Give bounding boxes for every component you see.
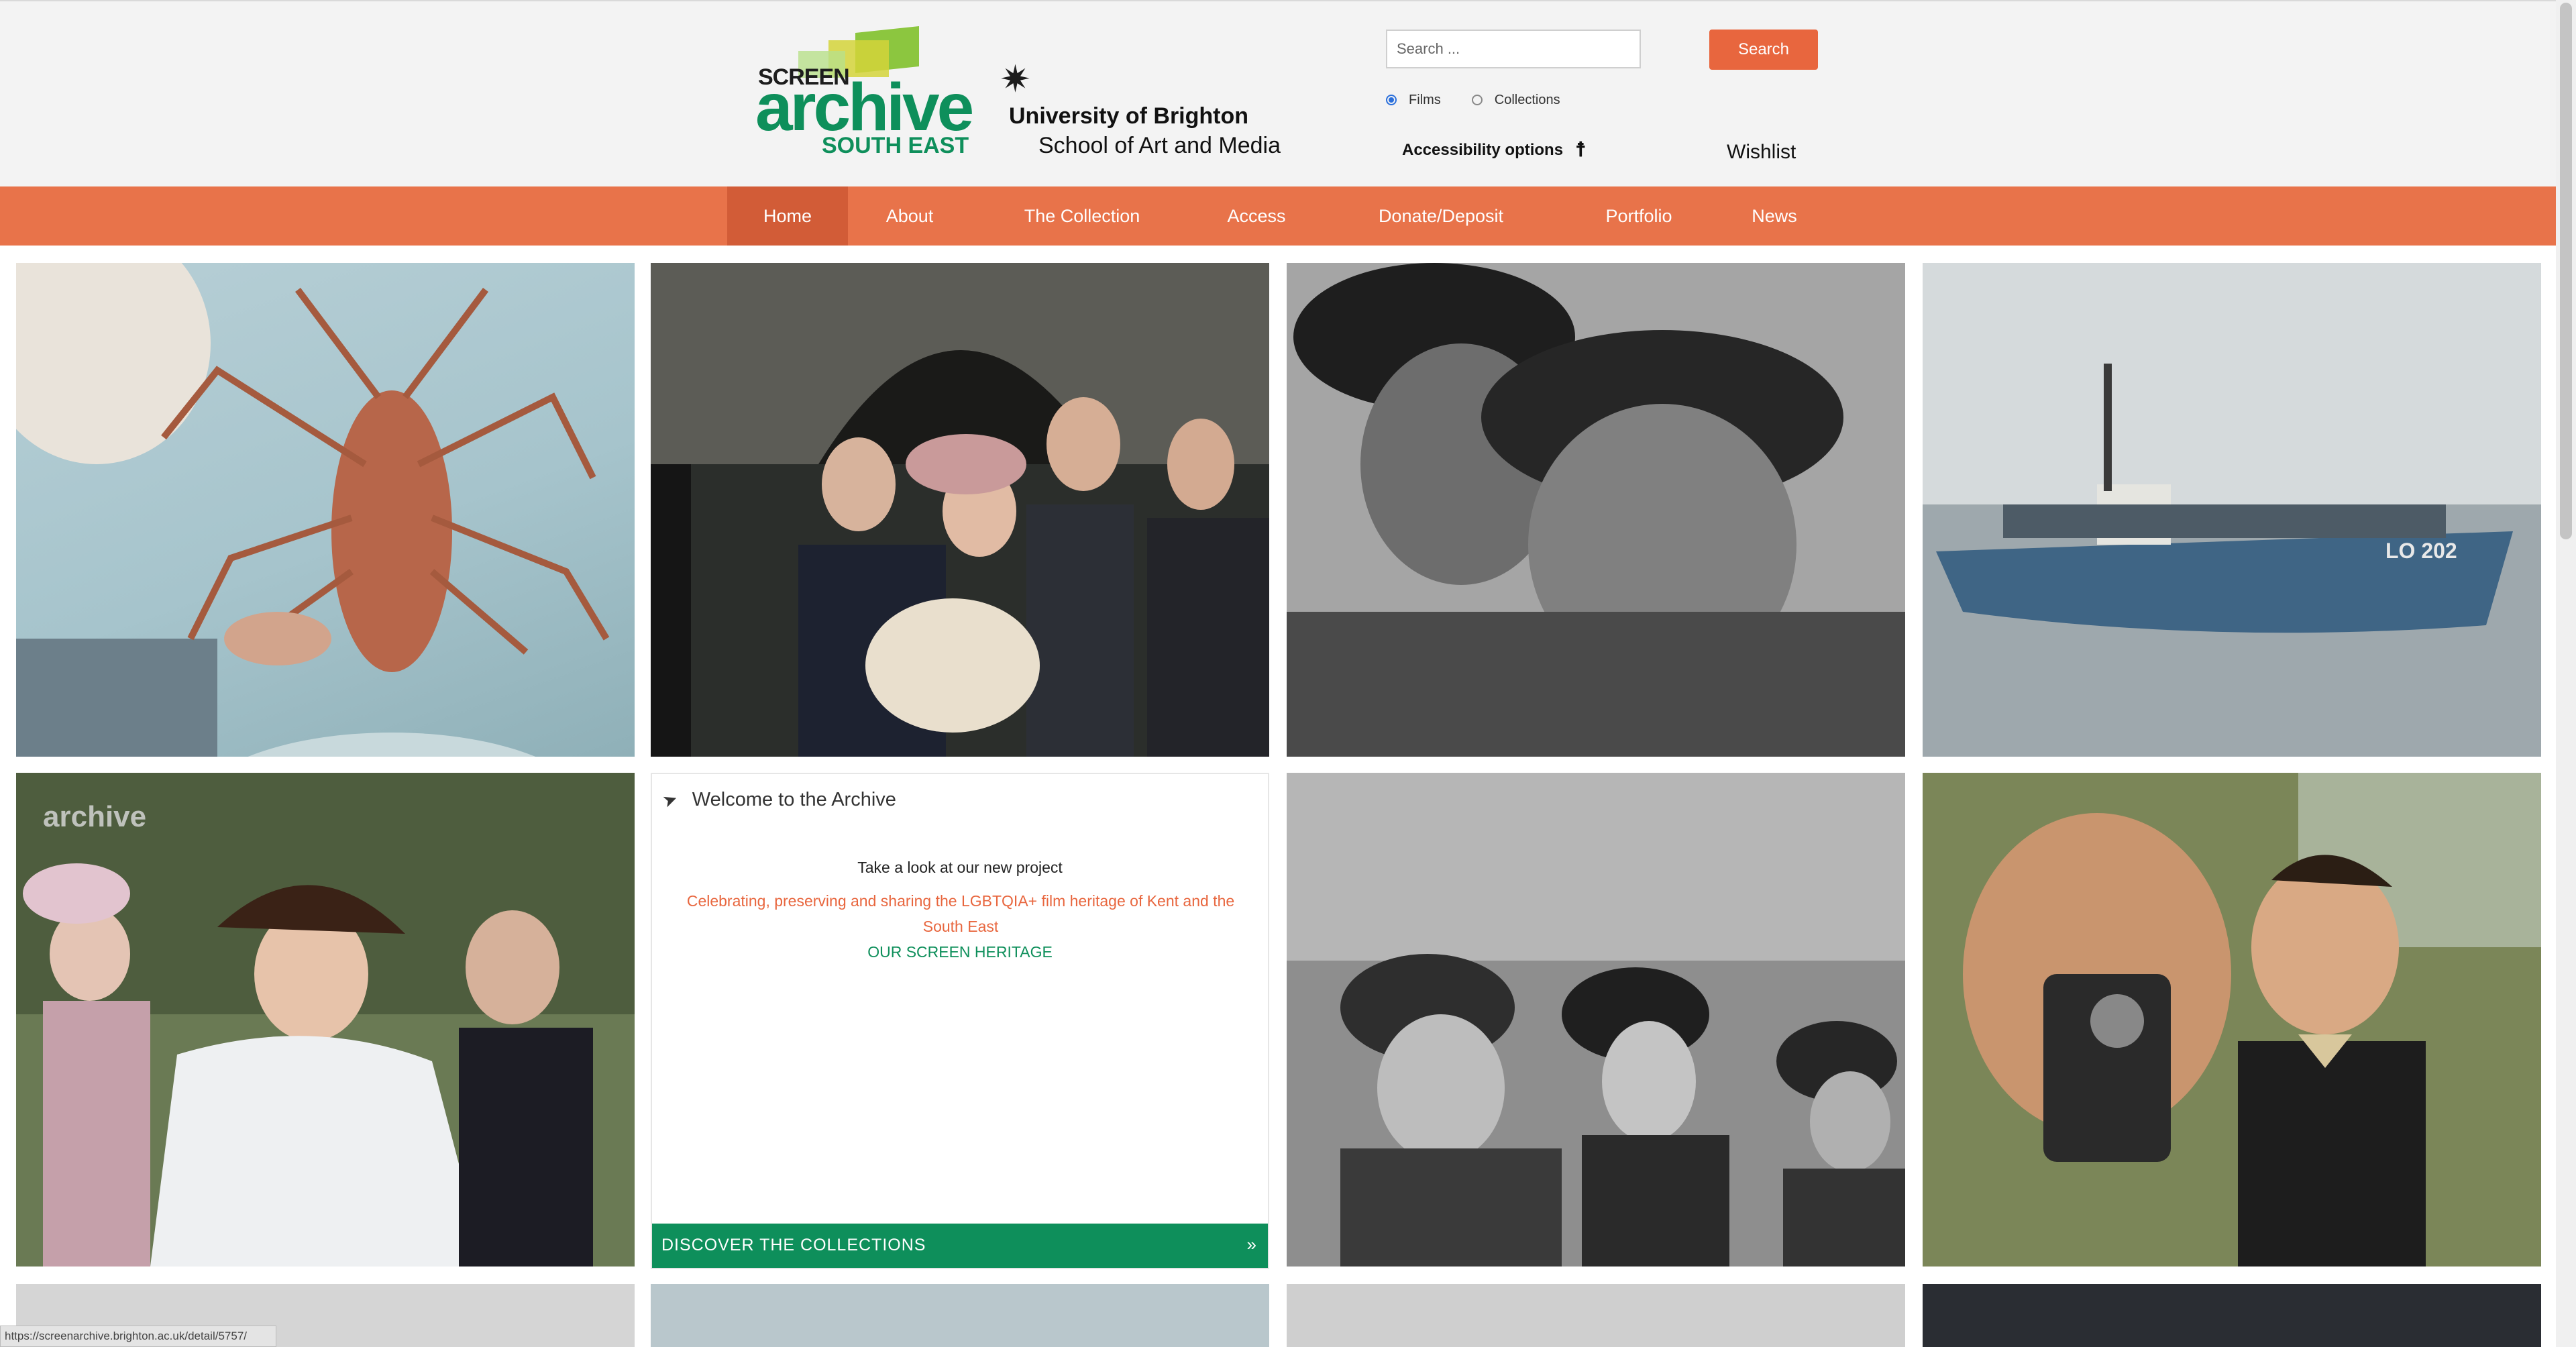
film-still-crowd[interactable] [1287, 773, 1905, 1267]
wedding-image: archive [16, 773, 635, 1267]
welcome-title: Welcome to the Archive [692, 789, 896, 810]
project-link[interactable]: Celebrating, preserving and sharing the … [679, 888, 1242, 939]
star-icon: ✷ [1000, 58, 1031, 100]
camera-image [1923, 773, 2541, 1267]
main-nav: Home About The Collection Access Donate/… [0, 186, 2556, 246]
status-bar-url: https://screenarchive.brighton.ac.uk/det… [0, 1326, 276, 1347]
film-still-christening[interactable] [651, 263, 1269, 757]
film-still-lobster[interactable] [16, 263, 635, 757]
films-radio[interactable] [1386, 95, 1397, 105]
film-still-boat[interactable]: LO 202 [1923, 263, 2541, 757]
film-still-row3-4[interactable] [1923, 1284, 2541, 1347]
collections-radio[interactable] [1471, 95, 1483, 105]
school-name: School of Art and Media [1038, 133, 1281, 158]
site-header: SCREEN archive SOUTH EAST ✷ University o… [0, 0, 2556, 186]
tile-watermark: archive [43, 800, 146, 833]
film-still-camera[interactable] [1923, 773, 2541, 1267]
collections-radio-label[interactable]: Collections [1495, 93, 1560, 108]
paper-plane-icon: ➤ [659, 788, 681, 812]
university-logo[interactable]: ✷ University of Brighton School of Art a… [1000, 60, 1301, 168]
boat-registration: LO 202 [2385, 539, 2457, 563]
crowd-image [1287, 773, 1905, 1267]
discover-collections-button[interactable]: DISCOVER THE COLLECTIONS » [652, 1224, 1268, 1268]
double-chevron-right-icon: » [1246, 1234, 1257, 1254]
scrollbar-thumb[interactable] [2560, 3, 2572, 539]
wishlist-link[interactable]: Wishlist [1727, 141, 1796, 164]
nav-home[interactable]: Home [727, 186, 848, 246]
welcome-heading: ➤ Welcome to the Archive [659, 788, 896, 812]
boat-image: LO 202 [1923, 263, 2541, 757]
film-still-row3-2[interactable] [651, 1284, 1269, 1347]
accessibility-icon: ☨ [1575, 139, 1587, 161]
page-scrollbar[interactable] [2556, 0, 2576, 1347]
university-name: University of Brighton [1009, 103, 1249, 129]
screen-archive-logo[interactable]: SCREEN archive SOUTH EAST [755, 25, 979, 160]
nav-access[interactable]: Access [1193, 186, 1320, 246]
christening-image [651, 263, 1269, 757]
discover-label: DISCOVER THE COLLECTIONS [661, 1236, 926, 1254]
search-input[interactable] [1386, 30, 1641, 68]
nav-about[interactable]: About [848, 186, 971, 246]
film-still-fishermen[interactable] [1287, 263, 1905, 757]
fishermen-image [1287, 263, 1905, 757]
search-scope-options: Films Collections [1386, 90, 1591, 110]
accessibility-options-button[interactable]: Accessibility options ☨ [1402, 138, 1586, 162]
nav-donate-deposit[interactable]: Donate/Deposit [1320, 186, 1562, 246]
welcome-panel: ➤ Welcome to the Archive Take a look at … [651, 773, 1269, 1269]
screen-heritage-link[interactable]: OUR SCREEN HERITAGE [652, 943, 1268, 961]
lobster-image [16, 263, 610, 757]
films-radio-label[interactable]: Films [1409, 93, 1441, 108]
nav-news[interactable]: News [1716, 186, 1833, 246]
nav-portfolio[interactable]: Portfolio [1562, 186, 1716, 246]
logo-region-word: SOUTH EAST [822, 133, 969, 158]
film-still-wedding[interactable]: archive [16, 773, 635, 1267]
logo-archive-word: archive [755, 70, 974, 145]
accessibility-label: Accessibility options [1402, 140, 1564, 159]
nav-the-collection[interactable]: The Collection [971, 186, 1193, 246]
search-button[interactable]: Search [1709, 30, 1818, 70]
welcome-intro: Take a look at our new project [857, 859, 1063, 876]
film-still-row3-3[interactable] [1287, 1284, 1905, 1347]
